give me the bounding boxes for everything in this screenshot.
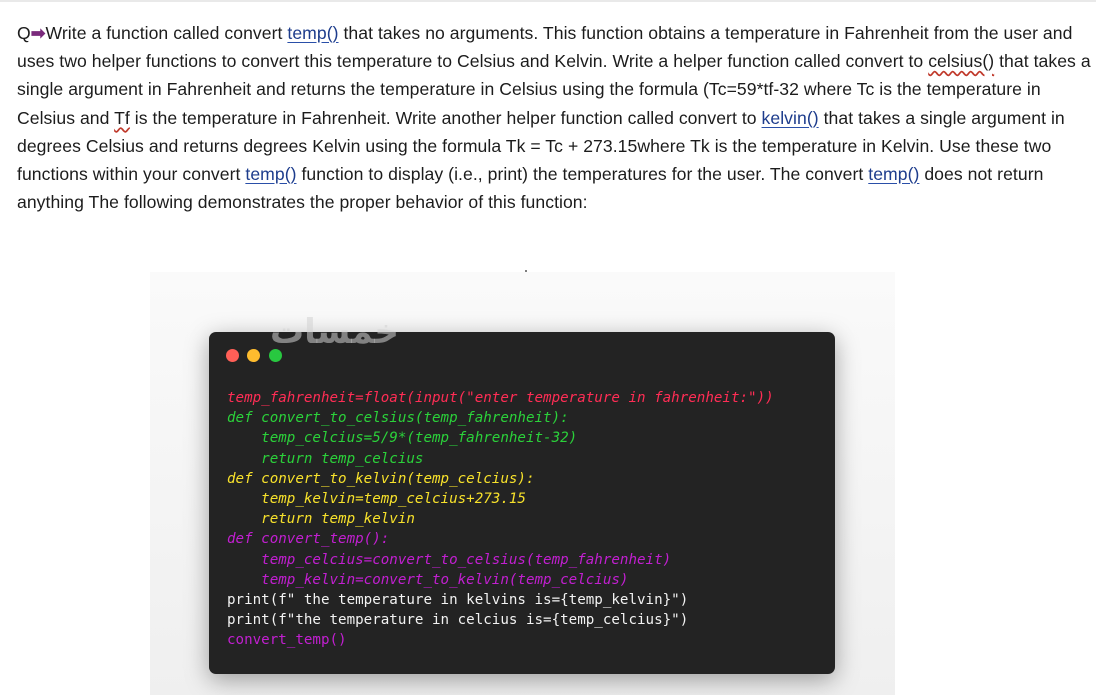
spellcheck-word-tf[interactable]: Tf (114, 108, 130, 128)
code-line: def convert_temp(): (227, 531, 390, 548)
close-dot-icon[interactable] (226, 349, 239, 362)
code-line: convert_temp() (227, 632, 347, 649)
function-link-temp[interactable]: temp() (245, 164, 296, 184)
code-line: print(f" the temperature in kelvins is={… (227, 591, 689, 608)
question-segment: Write a function called convert (45, 23, 288, 43)
code-line: def convert_to_kelvin(temp_celcius): (227, 470, 535, 487)
function-link-kelvin[interactable]: kelvin() (762, 108, 819, 128)
function-link-temp[interactable]: temp() (287, 23, 338, 43)
code-line: temp_celcius=convert_to_celsius(temp_fah… (227, 551, 672, 568)
code-line: temp_celcius=5/9*(temp_fahrenheit-32) (227, 430, 578, 447)
question-segment: is the temperature in Fahrenheit. Write … (129, 107, 762, 128)
right-arrow-icon: ➡ (30, 23, 46, 43)
code-line: temp_fahrenheit=float(input("enter tempe… (227, 390, 774, 406)
code-line: return temp_celcius (227, 450, 424, 467)
spellcheck-word-celsius[interactable]: celsius() (928, 51, 994, 71)
code-line: temp_kelvin=convert_to_kelvin(temp_celci… (227, 571, 629, 588)
code-line: print(f"the temperature in celcius is={t… (227, 612, 689, 629)
code-window: temp_fahrenheit=float(input("enter tempe… (209, 332, 835, 674)
code-line: temp_kelvin=temp_celcius+273.15 (227, 490, 526, 507)
question-segment: function to display (i.e., print) the te… (296, 164, 869, 185)
watermark-logo: خمسات (270, 312, 399, 352)
function-link-temp[interactable]: temp() (868, 164, 919, 184)
question-prefix: Q (17, 23, 31, 43)
minimize-dot-icon[interactable] (247, 349, 260, 362)
code-line: return temp_kelvin (227, 511, 415, 528)
code-block: temp_fahrenheit=float(input("enter tempe… (227, 388, 774, 650)
code-line: def convert_to_celsius(temp_fahrenheit): (227, 410, 569, 427)
question-text: Q➡Write a function called convert temp()… (17, 19, 1092, 216)
top-divider (0, 0, 1096, 2)
